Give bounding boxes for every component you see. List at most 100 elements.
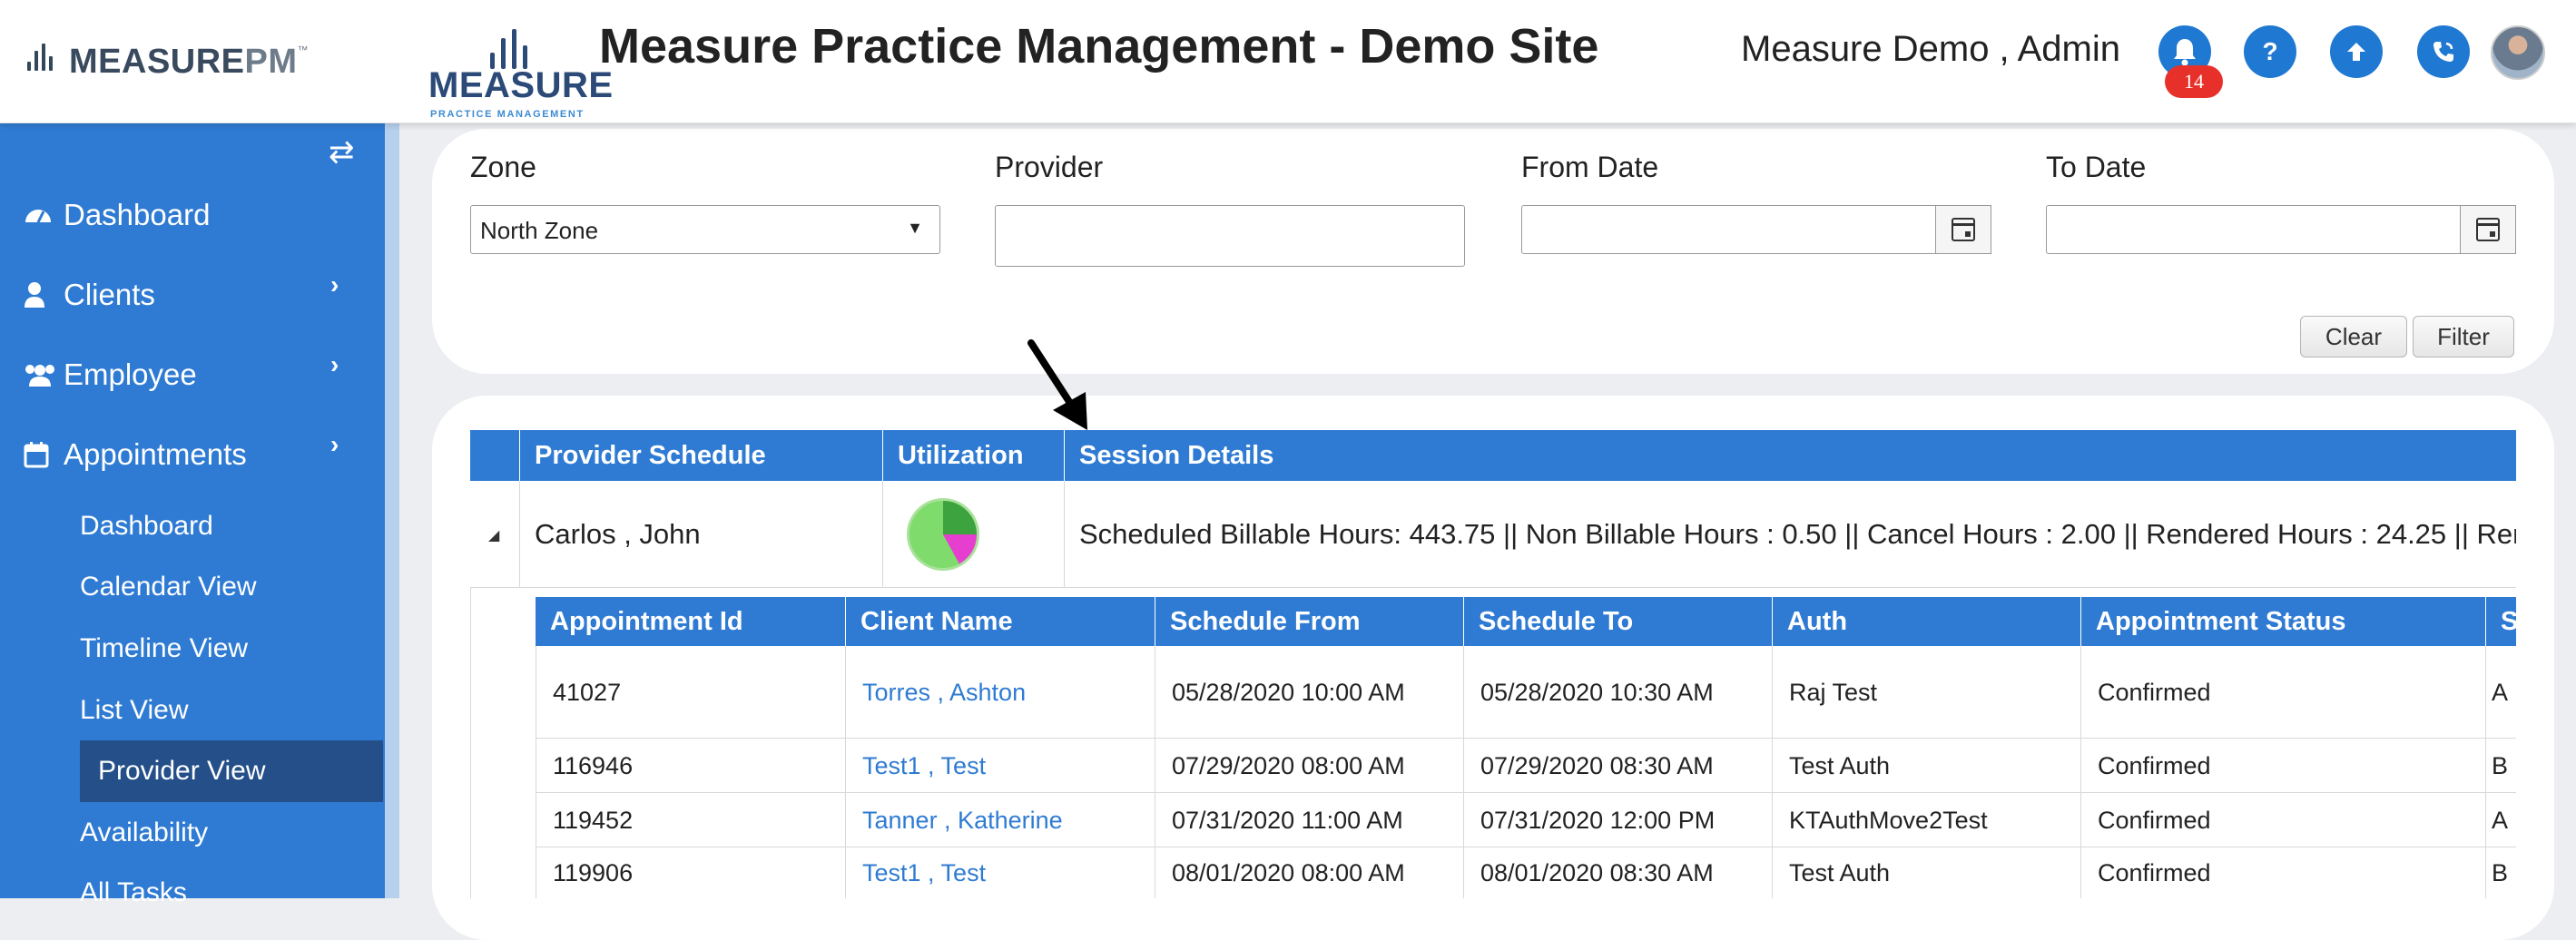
sidebar-item-clients[interactable]: Clients (24, 272, 155, 318)
col-schedule-to[interactable]: Schedule To (1463, 597, 1772, 646)
client-link[interactable]: Test1 , Test (845, 847, 1155, 898)
site-title: Measure Practice Management - Demo Site (599, 19, 1599, 73)
users-icon (24, 362, 64, 387)
sidebar-item-dashboard[interactable]: Dashboard (24, 192, 210, 238)
table-row[interactable]: 116946 Test1 , Test 07/29/2020 08:00 AM … (536, 739, 2516, 793)
logo-word: MEASURE (428, 65, 614, 105)
sidebar-item-label: Dashboard (64, 198, 211, 231)
col-appointment-id[interactable]: Appointment Id (536, 597, 845, 646)
client-link[interactable]: Test1 , Test (845, 739, 1155, 793)
sidebar-item-label: Employee (64, 357, 197, 391)
table-row[interactable]: 41027 Torres , Ashton 05/28/2020 10:00 A… (536, 646, 2516, 739)
schedule-to: 05/28/2020 10:30 AM (1463, 646, 1772, 739)
from-date-input[interactable] (1521, 205, 1991, 254)
col-truncated[interactable]: S (2485, 597, 2516, 646)
brand-bars-icon (25, 44, 65, 76)
notification-badge: 14 (2165, 65, 2223, 98)
grid-header-expand (470, 430, 519, 481)
logo-bars-icon (485, 27, 539, 69)
practice-logo: MEASURE PRACTICE MANAGEMENT (427, 24, 613, 120)
calendar-icon (2476, 218, 2500, 241)
to-date-calendar-button[interactable] (2460, 205, 2516, 254)
calendar-icon (1952, 218, 1975, 241)
col-schedule-from[interactable]: Schedule From (1155, 597, 1463, 646)
zone-select-value: North Zone (480, 217, 599, 244)
truncated-cell: A (2485, 793, 2516, 847)
auth: Test Auth (1772, 847, 2080, 898)
sidebar-subitem-provider-view[interactable]: Provider View (98, 742, 266, 800)
appointment-status: Confirmed (2080, 847, 2485, 898)
schedule-to: 07/29/2020 08:30 AM (1463, 739, 1772, 793)
appointment-id: 119452 (536, 793, 845, 847)
sidebar-toggle-icon[interactable]: ⇄ (329, 137, 361, 168)
clear-button[interactable]: Clear (2300, 316, 2407, 357)
user-avatar[interactable] (2491, 25, 2545, 80)
col-appointment-status[interactable]: Appointment Status (2080, 597, 2485, 646)
provider-label: Provider (995, 151, 1104, 183)
brand-trademark: ™ (297, 44, 309, 56)
utilization-cell (882, 481, 1064, 588)
table-row[interactable]: 119906 Test1 , Test 08/01/2020 08:00 AM … (536, 847, 2516, 898)
appointment-id: 119906 (536, 847, 845, 898)
filter-panel: Zone North Zone ▼ Provider From Date To … (432, 129, 2554, 374)
to-date-input[interactable] (2046, 205, 2516, 254)
sidebar-item-label: Clients (64, 278, 155, 311)
session-details: Scheduled Billable Hours: 443.75 || Non … (1064, 481, 2516, 588)
sidebar-subitem-calendar-view[interactable]: Calendar View (80, 558, 257, 616)
dashboard-icon (24, 202, 64, 228)
collapse-arrow-icon[interactable]: ◢ (488, 526, 499, 544)
chevron-right-icon[interactable]: › (330, 430, 339, 459)
appointment-id: 116946 (536, 739, 845, 793)
brand-name: MEASUREPM (69, 42, 298, 81)
table-row[interactable]: 119452 Tanner , Katherine 07/31/2020 11:… (536, 793, 2516, 847)
col-auth[interactable]: Auth (1772, 597, 2080, 646)
schedule-to: 07/31/2020 12:00 PM (1463, 793, 1772, 847)
auth: KTAuthMove2Test (1772, 793, 2080, 847)
sidebar-item-employee[interactable]: Employee (24, 352, 197, 397)
sidebar-subitem-all-tasks[interactable]: All Tasks (80, 864, 187, 922)
top-header: MEASUREPM ™ MEASURE PRACTICE MANAGEMENT … (0, 0, 2576, 123)
upload-icon[interactable] (2330, 25, 2383, 78)
sidebar-subitem-availability[interactable]: Availability (80, 804, 208, 862)
zone-select[interactable]: North Zone ▼ (470, 205, 940, 254)
appointment-status: Confirmed (2080, 793, 2485, 847)
schedule-from: 07/29/2020 08:00 AM (1155, 739, 1463, 793)
brand-logo[interactable]: MEASUREPM ™ (25, 40, 309, 83)
provider-input[interactable] (995, 205, 1465, 267)
provider-row[interactable]: ◢ Carlos , John Scheduled Billable Hours… (470, 481, 2516, 588)
schedule-from: 08/01/2020 08:00 AM (1155, 847, 1463, 898)
sidebar-item-appointments[interactable]: Appointments (24, 432, 247, 477)
logo-subtitle: PRACTICE MANAGEMENT (430, 109, 585, 120)
truncated-cell: B (2485, 847, 2516, 898)
schedule-from: 05/28/2020 10:00 AM (1155, 646, 1463, 739)
client-link[interactable]: Torres , Ashton (845, 646, 1155, 739)
appointment-id: 41027 (536, 646, 845, 739)
zone-label: Zone (470, 151, 536, 183)
col-client-name[interactable]: Client Name (845, 597, 1155, 646)
auth: Raj Test (1772, 646, 2080, 739)
chevron-right-icon[interactable]: › (330, 350, 339, 379)
truncated-cell: B (2485, 739, 2516, 793)
help-icon[interactable]: ? (2244, 25, 2296, 78)
chevron-down-icon: ▼ (907, 219, 923, 237)
phone-icon[interactable] (2417, 25, 2470, 78)
sidebar-item-label: Appointments (64, 437, 247, 471)
schedule-to: 08/01/2020 08:30 AM (1463, 847, 1772, 898)
utilization-pie-chart[interactable] (907, 498, 979, 571)
user-name[interactable]: Measure Demo , Admin (1741, 29, 2120, 70)
sidebar-subitem-list-view[interactable]: List View (80, 681, 189, 739)
from-date-calendar-button[interactable] (1935, 205, 1991, 254)
grid-header-utilization[interactable]: Utilization (882, 430, 1064, 481)
chevron-right-icon[interactable]: › (330, 270, 339, 299)
filter-button[interactable]: Filter (2413, 316, 2514, 357)
grid-header-session-details[interactable]: Session Details (1064, 430, 2516, 481)
annotation-arrow-icon (1027, 339, 1087, 430)
calendar-icon (24, 441, 64, 468)
grid-header-provider-schedule[interactable]: Provider Schedule (519, 430, 882, 481)
appointments-grid-header: Appointment Id Client Name Schedule From… (536, 597, 2516, 646)
client-link[interactable]: Tanner , Katherine (845, 793, 1155, 847)
sidebar-subitem-timeline-view[interactable]: Timeline View (80, 620, 248, 678)
provider-grid-header: Provider Schedule Utilization Session De… (470, 430, 2516, 481)
sidebar-subitem-dashboard[interactable]: Dashboard (80, 497, 213, 555)
provider-name: Carlos , John (519, 481, 882, 588)
